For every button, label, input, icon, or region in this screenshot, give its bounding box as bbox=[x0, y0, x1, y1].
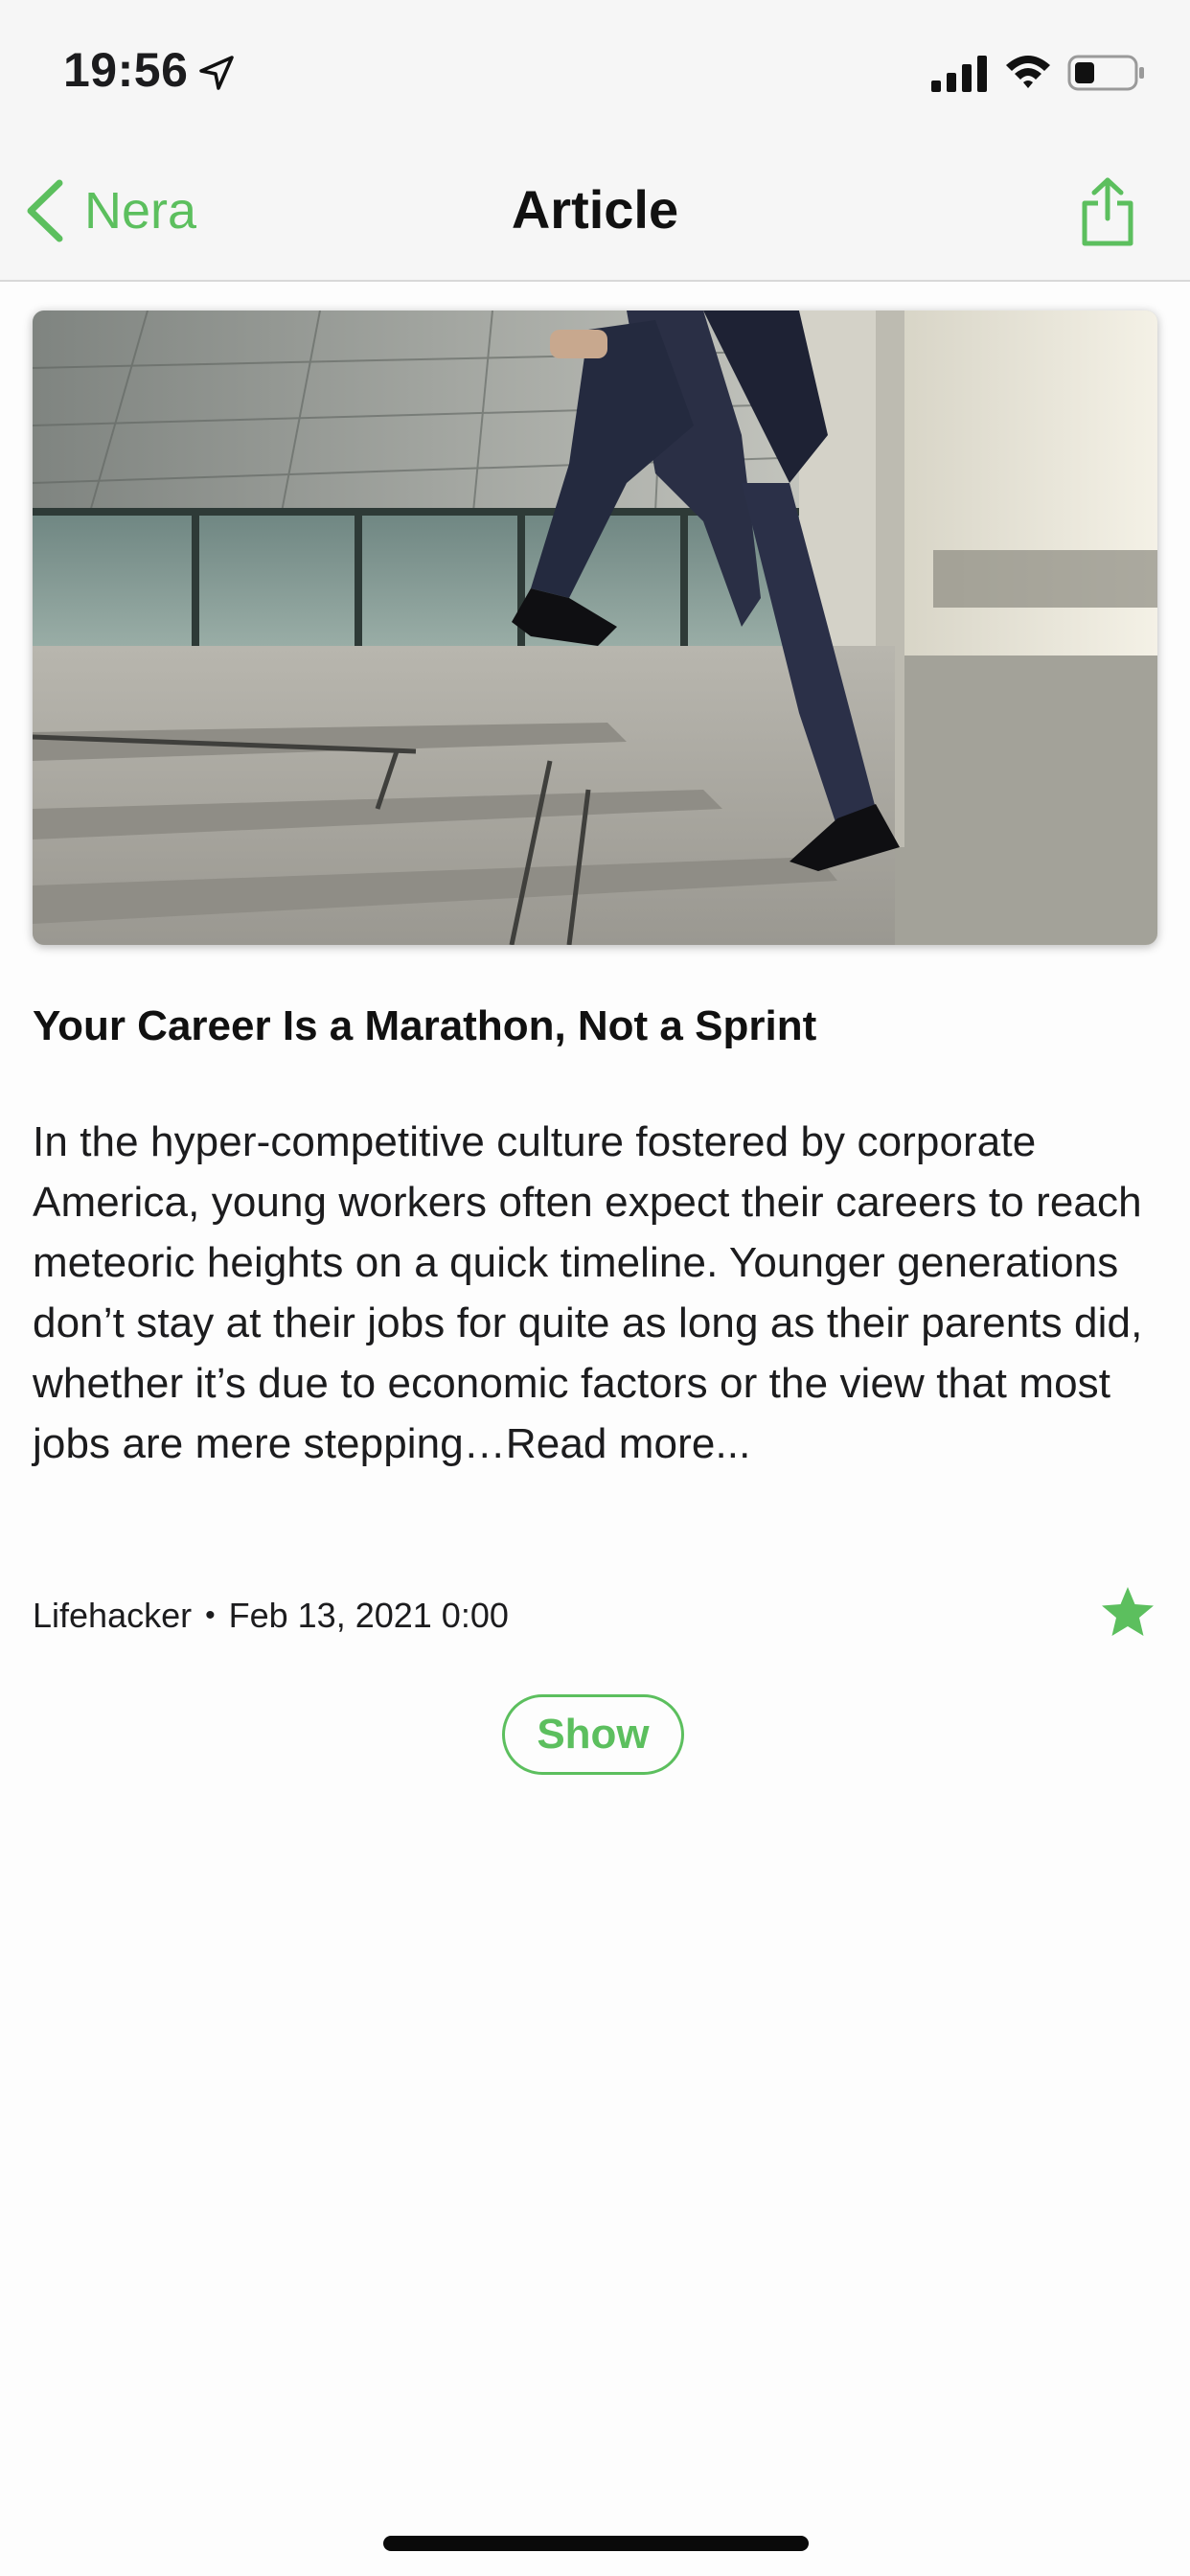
article-source: Lifehacker bbox=[33, 1596, 193, 1635]
meta-separator: • bbox=[205, 1599, 216, 1631]
hero-image bbox=[33, 310, 1157, 945]
article-screen: 19:56 Nera Article Your Career Is a Mara… bbox=[0, 0, 1190, 2576]
article-excerpt: In the hyper-competitive culture fostere… bbox=[33, 1118, 1143, 1467]
hero-image-illustration bbox=[33, 310, 1157, 945]
battery-icon bbox=[1067, 55, 1144, 91]
article-body: In the hyper-competitive culture fostere… bbox=[33, 1112, 1159, 1474]
navigation-bar: Nera Article bbox=[0, 144, 1190, 282]
status-bar: 19:56 bbox=[0, 0, 1190, 144]
wifi-icon bbox=[1006, 56, 1050, 88]
show-button[interactable]: Show bbox=[502, 1694, 684, 1775]
article-title: Your Career Is a Marathon, Not a Sprint bbox=[33, 1002, 817, 1049]
share-icon[interactable] bbox=[1077, 176, 1138, 247]
read-more-link[interactable]: Read more... bbox=[506, 1420, 751, 1467]
star-icon[interactable] bbox=[1098, 1583, 1157, 1643]
article-meta: Lifehacker • Feb 13, 2021 0:00 bbox=[33, 1589, 1157, 1643]
page-title: Article bbox=[511, 179, 679, 240]
cellular-signal-icon bbox=[931, 56, 987, 92]
location-arrow-icon bbox=[199, 56, 234, 90]
home-indicator[interactable] bbox=[383, 2536, 809, 2551]
status-time: 19:56 bbox=[63, 43, 189, 97]
article-date: Feb 13, 2021 0:00 bbox=[228, 1596, 509, 1635]
